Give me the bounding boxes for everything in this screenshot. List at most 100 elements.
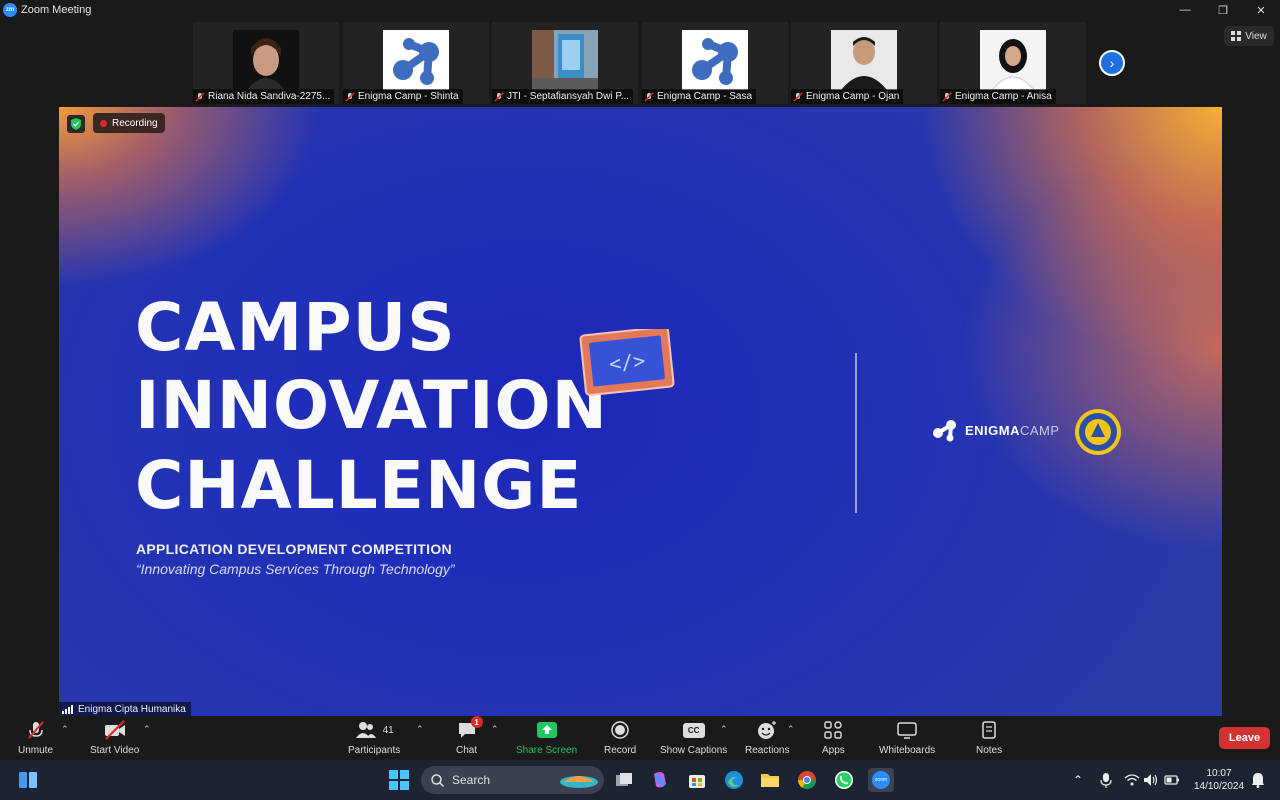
photo-girl-icon	[233, 30, 299, 90]
presenter-name: Enigma Cipta Humanika	[78, 703, 186, 715]
view-button[interactable]: View	[1224, 26, 1274, 46]
enigma-logo-icon	[682, 30, 748, 90]
share-screen-icon	[536, 722, 557, 738]
apps-button[interactable]: Apps	[822, 718, 845, 756]
title-bar: zm Zoom Meeting — ❐ ✕	[0, 0, 1280, 20]
zoom-logo-icon: zm	[3, 3, 17, 17]
show-captions-button[interactable]: CC Show Captions	[660, 718, 727, 756]
system-clock[interactable]: 10:07 14/10/2024	[1190, 767, 1248, 793]
participant-tile[interactable]: Enigma Camp - Anisa	[940, 22, 1086, 104]
muted-mic-icon	[494, 91, 504, 102]
record-label: Record	[604, 745, 637, 756]
reactions-options-caret-icon[interactable]: ⌃	[787, 724, 795, 735]
participant-tile[interactable]: JTI - Septafiansyah Dwi P...	[492, 22, 638, 104]
whatsapp-icon[interactable]	[832, 768, 856, 792]
shared-screen[interactable]: Recording CAMPUS INNOVATION CHALLENGE </…	[59, 107, 1222, 716]
participant-name: Enigma Camp - Ojan	[806, 91, 900, 102]
grid-icon	[1231, 31, 1242, 41]
presenter-label: Enigma Cipta Humanika	[59, 702, 191, 716]
show-hidden-icons-chevron-icon[interactable]: ⌃	[1066, 768, 1090, 792]
notification-bell-icon[interactable]	[1246, 768, 1270, 792]
muted-mic-icon	[793, 91, 803, 102]
participant-namebar: Riana Nida Sandiva-2275...	[193, 89, 335, 104]
brand-wordmark: ENIGMACAMP	[965, 423, 1060, 438]
close-icon[interactable]: ✕	[1242, 0, 1280, 20]
slide-subtitle: APPLICATION DEVELOPMENT COMPETITION	[136, 541, 452, 557]
slide-tagline: “Innovating Campus Services Through Tech…	[136, 561, 455, 577]
participant-name: Enigma Camp - Sasa	[657, 91, 753, 102]
file-explorer-icon[interactable]	[758, 768, 782, 792]
notes-label: Notes	[976, 745, 1003, 756]
battery-icon[interactable]	[1160, 768, 1184, 792]
whiteboards-label: Whiteboards	[879, 745, 936, 756]
whiteboards-button[interactable]: Whiteboards	[879, 718, 935, 756]
participant-name: Enigma Camp - Shinta	[358, 91, 459, 102]
photo-man-icon	[831, 30, 897, 90]
photo-hijab-icon	[980, 30, 1046, 90]
unmute-button[interactable]: Unmute	[18, 718, 53, 756]
participant-tile[interactable]: Enigma Camp - Shinta	[343, 22, 489, 104]
participants-icon	[355, 722, 376, 738]
recording-indicator[interactable]: Recording	[93, 113, 165, 133]
audio-options-caret-icon[interactable]: ⌃	[61, 724, 69, 735]
laptop-code-icon: </>	[579, 329, 675, 397]
slide-title-line-2: INNOVATION	[135, 367, 608, 444]
slide-divider	[855, 353, 857, 513]
slide-title-line-3: CHALLENGE	[135, 447, 583, 524]
participant-tile[interactable]: Enigma Camp - Ojan	[791, 22, 937, 104]
participant-namebar: Enigma Camp - Shinta	[343, 89, 463, 104]
laptop-code-text: </>	[608, 348, 646, 376]
participant-namebar: Enigma Camp - Ojan	[791, 89, 904, 104]
participant-namebar: Enigma Camp - Anisa	[940, 89, 1056, 104]
muted-mic-icon	[644, 91, 654, 102]
participants-button[interactable]: 41 Participants	[348, 718, 400, 756]
clock-date: 14/10/2024	[1193, 781, 1245, 792]
show-captions-label: Show Captions	[660, 745, 728, 756]
apps-label: Apps	[822, 745, 845, 756]
taskbar-search[interactable]: Search	[421, 766, 604, 794]
view-label: View	[1245, 30, 1267, 42]
recording-dot-icon	[100, 119, 107, 127]
shield-icon[interactable]	[67, 115, 85, 133]
participant-tile[interactable]: Riana Nida Sandiva-2275...	[193, 22, 339, 104]
store-icon[interactable]	[685, 768, 709, 792]
participants-label: Participants	[348, 745, 401, 756]
participant-namebar: JTI - Septafiansyah Dwi P...	[492, 89, 634, 104]
record-button[interactable]: Record	[604, 718, 636, 756]
reactions-label: Reactions	[745, 745, 790, 756]
start-video-label: Start Video	[90, 745, 140, 756]
restore-icon[interactable]: ❐	[1204, 0, 1242, 20]
chrome-icon[interactable]	[795, 768, 819, 792]
start-video-button[interactable]: Start Video	[90, 718, 139, 756]
widgets-icon[interactable]	[16, 768, 40, 792]
window-title: Zoom Meeting	[21, 4, 92, 16]
captions-options-caret-icon[interactable]: ⌃	[720, 724, 728, 735]
leave-button[interactable]: Leave	[1219, 727, 1270, 749]
record-icon	[611, 721, 629, 739]
chat-badge: 1	[470, 716, 483, 728]
participant-tile[interactable]: Enigma Camp - Sasa	[642, 22, 788, 104]
search-highlight-icon	[560, 776, 598, 788]
photo-street-icon	[532, 30, 598, 90]
microphone-icon[interactable]	[1094, 768, 1118, 792]
zoom-taskbar-icon[interactable]: zoom	[868, 768, 894, 792]
share-screen-button[interactable]: Share Screen	[516, 718, 577, 756]
chat-button[interactable]: 1 Chat	[456, 716, 483, 756]
start-windows-icon[interactable]	[387, 768, 411, 792]
participants-count: 41	[382, 724, 394, 736]
next-page-button[interactable]: ›	[1099, 50, 1125, 76]
clock-time: 10:07	[1206, 768, 1232, 779]
muted-mic-icon	[345, 91, 355, 102]
minimize-icon[interactable]: —	[1166, 0, 1204, 20]
share-screen-label: Share Screen	[516, 745, 578, 756]
participants-options-caret-icon[interactable]: ⌃	[416, 724, 424, 735]
participant-name: Riana Nida Sandiva-2275...	[208, 91, 331, 102]
reactions-button[interactable]: Reactions	[745, 718, 789, 756]
task-view-icon[interactable]	[612, 768, 636, 792]
copilot-icon[interactable]	[648, 768, 672, 792]
notes-button[interactable]: Notes	[976, 718, 1002, 756]
chat-label: Chat	[456, 745, 478, 756]
video-options-caret-icon[interactable]: ⌃	[143, 724, 151, 735]
chat-options-caret-icon[interactable]: ⌃	[491, 724, 499, 735]
edge-icon[interactable]	[722, 768, 746, 792]
